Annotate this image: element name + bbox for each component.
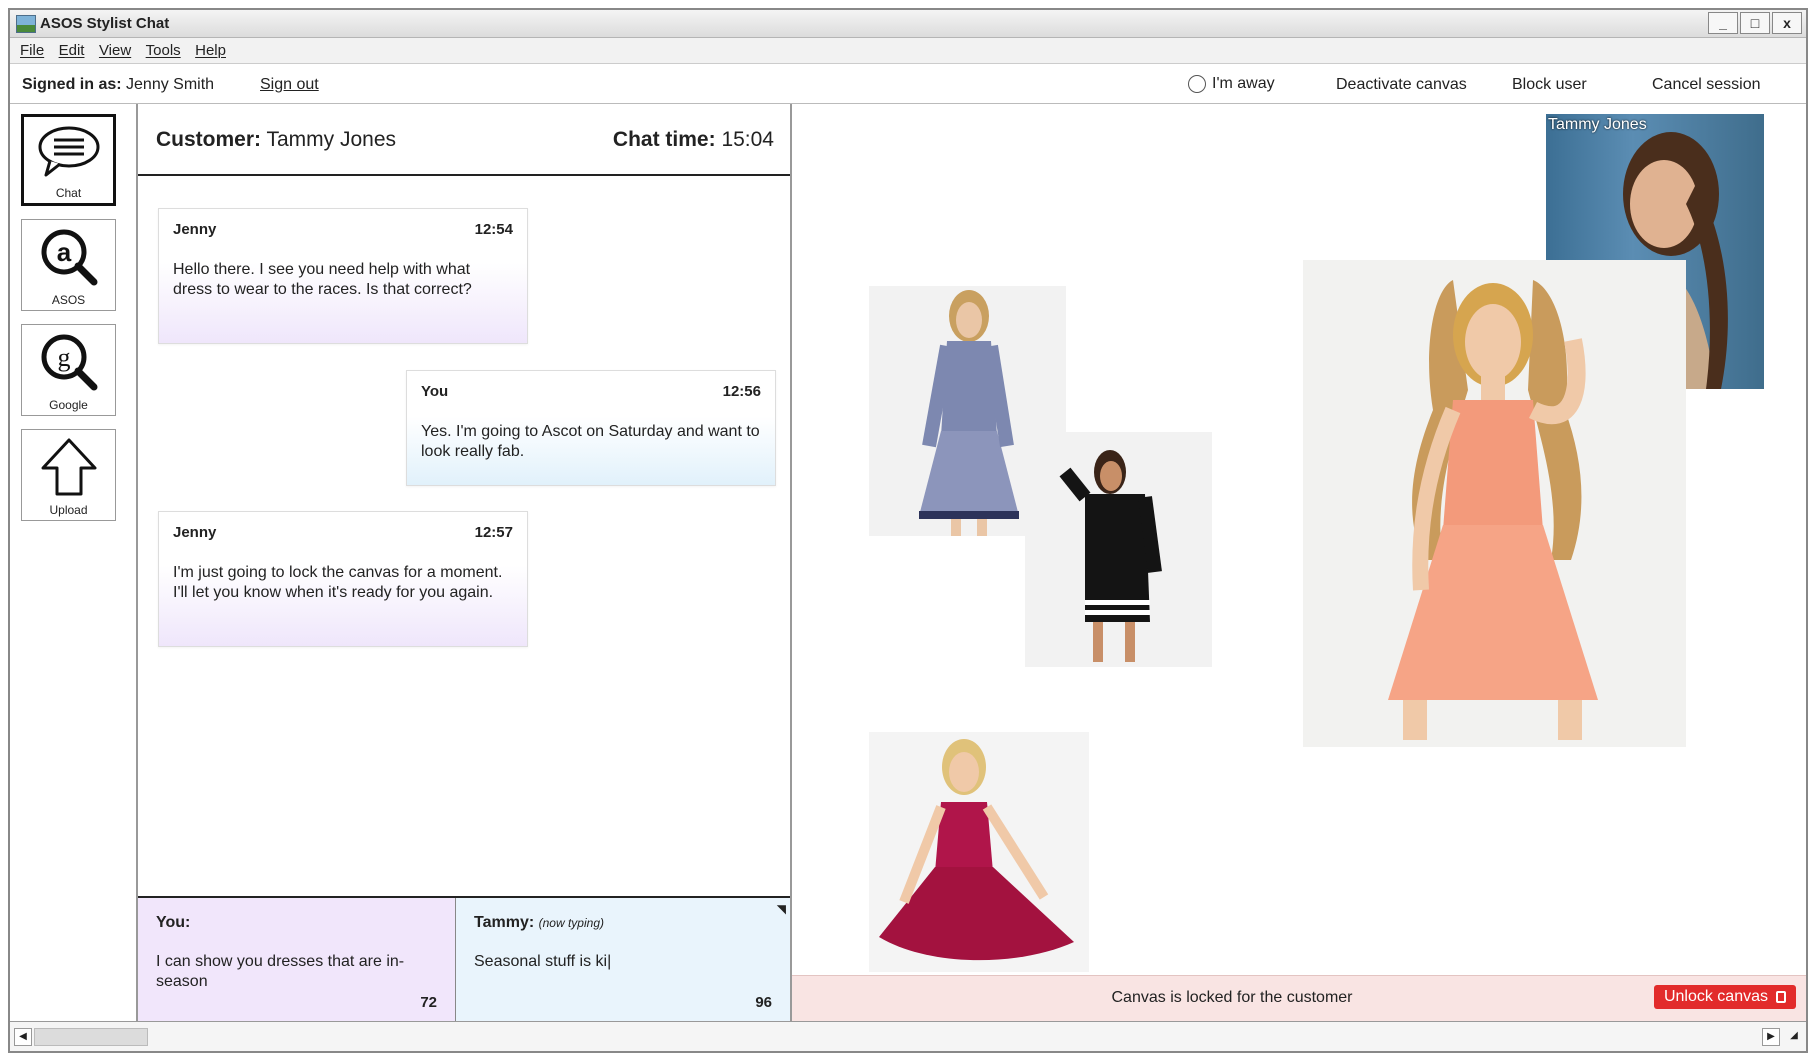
close-button[interactable]: x (1772, 12, 1802, 34)
chat-tool-label: Chat (24, 186, 113, 200)
menu-help[interactable]: Help (195, 42, 226, 59)
svg-text:a: a (56, 237, 71, 267)
upload-tool-button[interactable]: Upload (21, 429, 116, 521)
stylist-input-label: You: (156, 914, 437, 932)
stylist-char-count: 72 (420, 994, 437, 1011)
tool-sidebar: Chat a ASOS g Google Upload (10, 104, 138, 1021)
product-image-coral-dress[interactable] (1303, 260, 1686, 747)
chat-timer: Chat time: 15:04 (613, 128, 774, 152)
maximize-button[interactable]: □ (1740, 12, 1770, 34)
away-radio[interactable] (1188, 75, 1206, 93)
cancel-session-button[interactable]: Cancel session (1652, 76, 1761, 94)
canvas-lock-message: Canvas is locked for the customer (792, 989, 1672, 1007)
menu-edit[interactable]: Edit (59, 42, 85, 59)
chat-composer: You: I can show you dresses that are in-… (138, 896, 790, 1021)
lock-icon (1776, 991, 1786, 1003)
google-search-icon: g (38, 331, 100, 391)
asos-search-tool-button[interactable]: a ASOS (21, 219, 116, 311)
message-time: 12:57 (475, 524, 513, 541)
chat-message: Jenny 12:54 Hello there. I see you need h… (158, 208, 528, 344)
message-sender: You (421, 383, 448, 400)
customer-char-count: 96 (755, 994, 772, 1011)
chat-time-value: 15:04 (721, 128, 774, 151)
chat-bubble-icon (36, 123, 102, 179)
signed-in-user: Jenny Smith (126, 76, 214, 93)
magenta-dress-image (869, 732, 1089, 972)
resize-handle-icon[interactable]: ◥ (777, 902, 786, 916)
product-image-magenta-dress[interactable] (869, 732, 1089, 972)
upload-arrow-icon (39, 436, 99, 498)
message-time: 12:56 (723, 383, 761, 400)
chat-time-label: Chat time: (613, 128, 716, 151)
customer-typing-label: Tammy: (now typing) (474, 914, 772, 932)
scroll-right-icon[interactable]: ▶ (1762, 1028, 1780, 1046)
menu-file[interactable]: File (20, 42, 44, 59)
asos-search-icon: a (38, 226, 100, 286)
google-tool-label: Google (22, 398, 115, 412)
stylist-input[interactable]: You: I can show you dresses that are in-… (138, 898, 456, 1021)
horizontal-scrollbar[interactable]: ◀ ▶ ◢ (10, 1021, 1806, 1051)
upload-tool-label: Upload (22, 503, 115, 517)
signed-in-status: Signed in as: Jenny Smith (22, 76, 214, 94)
resize-grip-icon[interactable]: ◢ (1786, 1028, 1802, 1044)
sign-out-link[interactable]: Sign out (260, 76, 319, 94)
customer-name: Tammy Jones (266, 128, 396, 151)
customer-typing-text: Seasonal stuff is ki| (474, 952, 772, 972)
message-text: Hello there. I see you need help with wh… (173, 260, 513, 300)
message-text: I'm just going to lock the canvas for a … (173, 563, 513, 603)
customer-typing-name: Tammy: (474, 914, 534, 931)
session-toolbar: Signed in as: Jenny Smith Sign out I'm a… (10, 64, 1806, 104)
google-search-tool-button[interactable]: g Google (21, 324, 116, 416)
menu-bar: File Edit View Tools Help (10, 38, 1806, 64)
message-time: 12:54 (475, 221, 513, 238)
menu-tools[interactable]: Tools (146, 42, 181, 59)
block-user-button[interactable]: Block user (1512, 76, 1587, 94)
chat-message: You 12:56 Yes. I'm going to Ascot on Satu… (406, 370, 776, 486)
stylist-input-text[interactable]: I can show you dresses that are in-seaso… (156, 952, 437, 992)
scroll-left-icon[interactable]: ◀ (14, 1028, 32, 1046)
menu-view[interactable]: View (99, 42, 131, 59)
chat-header: Customer: Tammy Jones Chat time: 15:04 (138, 104, 790, 176)
customer-info: Customer: Tammy Jones (156, 128, 396, 152)
window-title: ASOS Stylist Chat (40, 15, 169, 32)
minimize-button[interactable]: _ (1708, 12, 1738, 34)
away-label: I'm away (1212, 75, 1275, 93)
canvas-lock-bar: Canvas is locked for the customer Unlock… (792, 975, 1806, 1021)
customer-typing-preview: ◥ Tammy: (now typing) Seasonal stuff is … (456, 898, 790, 1021)
product-image-black-dress[interactable] (1025, 432, 1212, 667)
unlock-canvas-button[interactable]: Unlock canvas (1654, 985, 1796, 1009)
customer-label: Customer: (156, 128, 261, 151)
asos-tool-label: ASOS (22, 293, 115, 307)
app-icon (16, 15, 36, 33)
title-bar: ASOS Stylist Chat _ □ x (10, 10, 1806, 38)
chat-tool-button[interactable]: Chat (21, 114, 116, 206)
message-text: Yes. I'm going to Ascot on Saturday and … (421, 422, 761, 462)
black-dress-image (1025, 432, 1212, 667)
typing-status: (now typing) (539, 916, 604, 930)
signed-in-label: Signed in as: (22, 76, 122, 93)
message-sender: Jenny (173, 524, 216, 541)
unlock-canvas-label: Unlock canvas (1664, 988, 1768, 1006)
customer-photo-name: Tammy Jones (1548, 116, 1647, 134)
styling-canvas: Tammy Jones (792, 104, 1806, 1021)
svg-text:g: g (57, 343, 70, 372)
away-toggle[interactable]: I'm away (1188, 75, 1275, 93)
deactivate-canvas-button[interactable]: Deactivate canvas (1336, 76, 1467, 94)
chat-message: Jenny 12:57 I'm just going to lock the ca… (158, 511, 528, 647)
scroll-thumb[interactable] (34, 1028, 148, 1046)
app-window: ASOS Stylist Chat _ □ x File Edit View T… (8, 8, 1808, 1053)
chat-panel: Customer: Tammy Jones Chat time: 15:04 J… (138, 104, 792, 1021)
message-sender: Jenny (173, 221, 216, 238)
coral-dress-image (1303, 260, 1686, 747)
